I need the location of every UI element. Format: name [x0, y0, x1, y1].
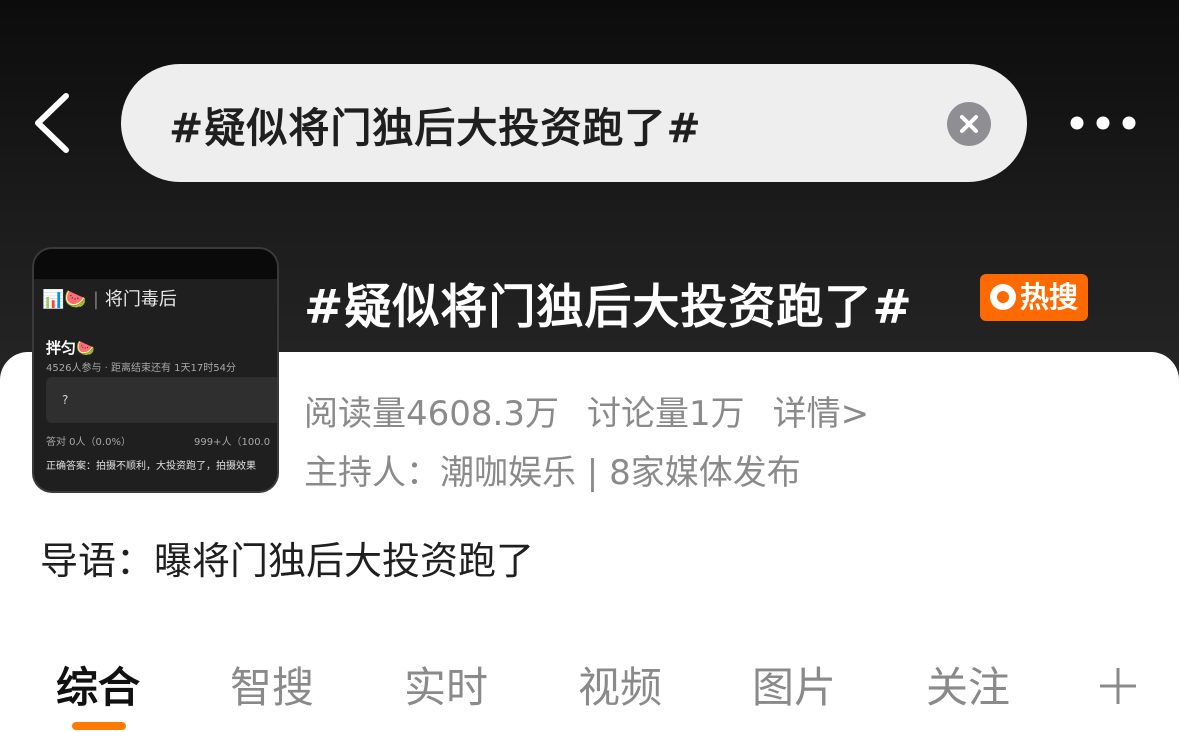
topic-intro: 导语：曝将门独后大投资跑了	[40, 539, 535, 583]
more-icon	[1070, 116, 1136, 130]
thumbnail-correct-answer: 正确答案：拍摄不顺利，大投资跑了，拍摄效果	[46, 461, 256, 472]
thumbnail-divider: |	[92, 289, 99, 310]
add-tab-button[interactable]	[1098, 666, 1138, 706]
tab-comprehensive[interactable]: 综合	[56, 654, 140, 715]
thumbnail-stat-total: 999+人（100.0	[194, 437, 271, 448]
hot-search-badge: 热搜	[980, 274, 1088, 321]
details-link[interactable]: 详情>	[773, 394, 870, 434]
hot-badge-label: 热搜	[1020, 280, 1079, 314]
search-query-text[interactable]: #疑似将门独后大投资跑了#	[169, 94, 702, 154]
tab-bar: 综合 智搜 实时 视频 图片 关注	[0, 650, 1179, 730]
tab-video[interactable]: 视频	[578, 654, 662, 715]
tab-images[interactable]: 图片	[752, 654, 836, 715]
thumbnail-poll-meta: 4526人参与 · 距离结束还有 1天17时54分	[46, 363, 236, 374]
thumbnail-stat-correct: 答对 0人（0.0%）	[46, 437, 131, 448]
thumbnail-answer-placeholder: ?	[62, 393, 69, 407]
tab-following[interactable]: 关注	[926, 654, 1010, 715]
clear-icon	[960, 115, 978, 133]
thumbnail-answer-box: ?	[46, 377, 277, 423]
tab-smart-search[interactable]: 智搜	[230, 654, 314, 715]
thumbnail-header: 📊🍉 | 将门毒后	[42, 285, 177, 311]
hot-icon	[990, 284, 1016, 310]
plus-icon	[1100, 668, 1136, 704]
host-info: 主持人：潮咖娱乐 | 8家媒体发布	[304, 453, 801, 493]
more-button[interactable]	[1068, 110, 1138, 136]
discuss-count: 讨论量1万	[586, 394, 745, 434]
search-bar[interactable]: #疑似将门独后大投资跑了#	[121, 64, 1027, 182]
thumbnail-title: 将门毒后	[104, 289, 177, 310]
thumbnail-emoji: 📊🍉	[42, 289, 87, 310]
thumbnail-top-bar	[34, 249, 277, 279]
read-count: 阅读量4608.3万	[304, 394, 559, 434]
back-button[interactable]	[30, 90, 90, 156]
thumbnail-poll-title: 拌匀🍉	[46, 339, 95, 357]
topic-stats: 阅读量4608.3万 讨论量1万 详情>	[304, 386, 897, 435]
active-tab-indicator	[72, 722, 126, 730]
topic-title: #疑似将门独后大投资跑了#	[304, 280, 913, 335]
clear-search-button[interactable]	[947, 102, 991, 146]
back-icon	[35, 93, 69, 153]
topic-thumbnail[interactable]: 📊🍉 | 将门毒后 拌匀🍉 4526人参与 · 距离结束还有 1天17时54分 ? …	[34, 249, 277, 491]
tab-realtime[interactable]: 实时	[404, 654, 488, 715]
